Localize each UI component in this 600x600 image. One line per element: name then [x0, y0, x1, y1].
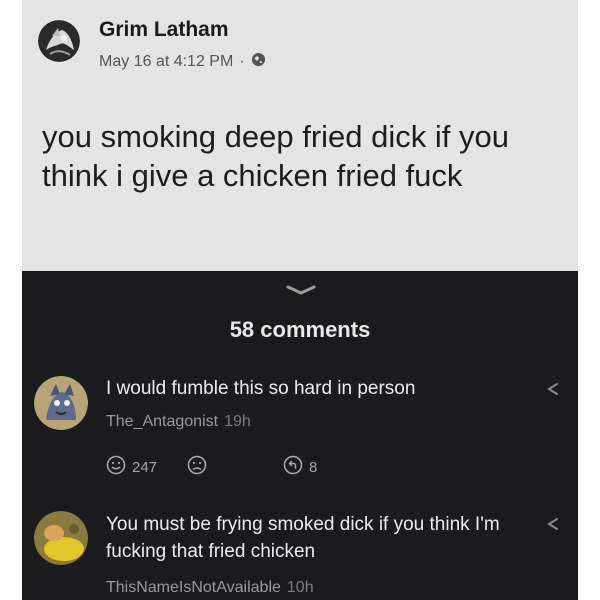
comment-username[interactable]: ThisNameIsNotAvailable	[106, 579, 281, 596]
comment-actions: 247 8	[106, 455, 317, 479]
post-timestamp[interactable]: May 16 at 4:12 PM	[99, 53, 233, 71]
smile-icon	[106, 455, 126, 479]
commenter-avatar[interactable]	[34, 511, 88, 565]
post-meta: May 16 at 4:12 PM ·	[99, 52, 266, 72]
comments-section: 58 comments I would fumble this so hard …	[22, 271, 578, 600]
upvote-count: 247	[132, 458, 158, 476]
upvote-button[interactable]: 247	[106, 455, 157, 479]
comment-meta: ThisNameIsNotAvailable 10h	[106, 579, 314, 597]
comment-text: I would fumble this so hard in person	[106, 378, 416, 399]
reply-arrow-icon[interactable]	[546, 382, 560, 396]
comments-count[interactable]: 58 comments	[22, 317, 578, 343]
downvote-button[interactable]	[187, 455, 207, 479]
comment-meta: The_Antagonist 19h	[106, 413, 251, 431]
meta-separator: ·	[239, 53, 245, 70]
comment-time: 19h	[224, 413, 251, 430]
post-body: you smoking deep fried dick if you think…	[42, 119, 509, 193]
author-avatar[interactable]	[38, 20, 80, 62]
frown-icon	[187, 455, 207, 479]
reply-icon	[283, 455, 303, 479]
author-name[interactable]: Grim Latham	[99, 18, 229, 42]
post-card: Grim Latham May 16 at 4:12 PM · you smok…	[22, 0, 578, 271]
comment-text: You must be frying smoked dick if you th…	[106, 514, 500, 562]
replies-button[interactable]: 8	[283, 455, 317, 479]
reply-arrow-icon[interactable]	[546, 517, 560, 531]
comment-time: 10h	[286, 579, 314, 596]
chevron-down-icon[interactable]	[286, 283, 316, 301]
comment-username[interactable]: The_Antagonist	[106, 413, 218, 430]
globe-icon	[251, 52, 266, 72]
reply-count: 8	[309, 458, 318, 476]
commenter-avatar[interactable]	[34, 376, 88, 430]
